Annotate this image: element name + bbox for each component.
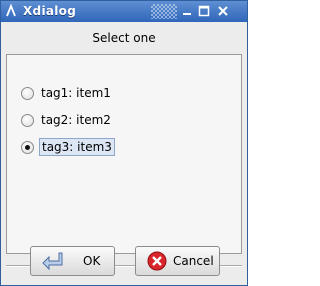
title-bar[interactable]: Xdialog: [1, 1, 247, 22]
radio-button[interactable]: [21, 87, 34, 100]
dialog-body: Select one tag1: item1 tag2: item2 tag3:…: [3, 22, 245, 285]
radio-label[interactable]: tag3: item3: [39, 138, 115, 156]
radio-label[interactable]: tag2: item2: [41, 113, 111, 127]
ok-button[interactable]: OK: [30, 246, 115, 276]
radio-button-selected[interactable]: [21, 141, 34, 154]
app-icon: [6, 4, 16, 17]
dialog-prompt: Select one: [92, 31, 156, 45]
maximize-icon[interactable]: [197, 4, 211, 18]
cancel-button-label: Cancel: [173, 254, 214, 268]
dialog-window: Xdialog Select one tag1: item1 tag2: ite…: [0, 0, 248, 286]
cancel-x-icon: [147, 251, 167, 271]
radio-button[interactable]: [21, 114, 34, 127]
cancel-button[interactable]: Cancel: [135, 246, 220, 276]
titlebar-pattern: [151, 4, 177, 19]
minimize-icon[interactable]: [180, 4, 194, 18]
radio-list: tag1: item1 tag2: item2 tag3: item3: [6, 54, 242, 254]
ok-button-label: OK: [83, 254, 101, 268]
radio-label[interactable]: tag1: item1: [41, 86, 111, 100]
close-icon[interactable]: [216, 4, 230, 18]
enter-arrow-icon: [42, 252, 63, 271]
window-title: Xdialog: [23, 4, 77, 18]
